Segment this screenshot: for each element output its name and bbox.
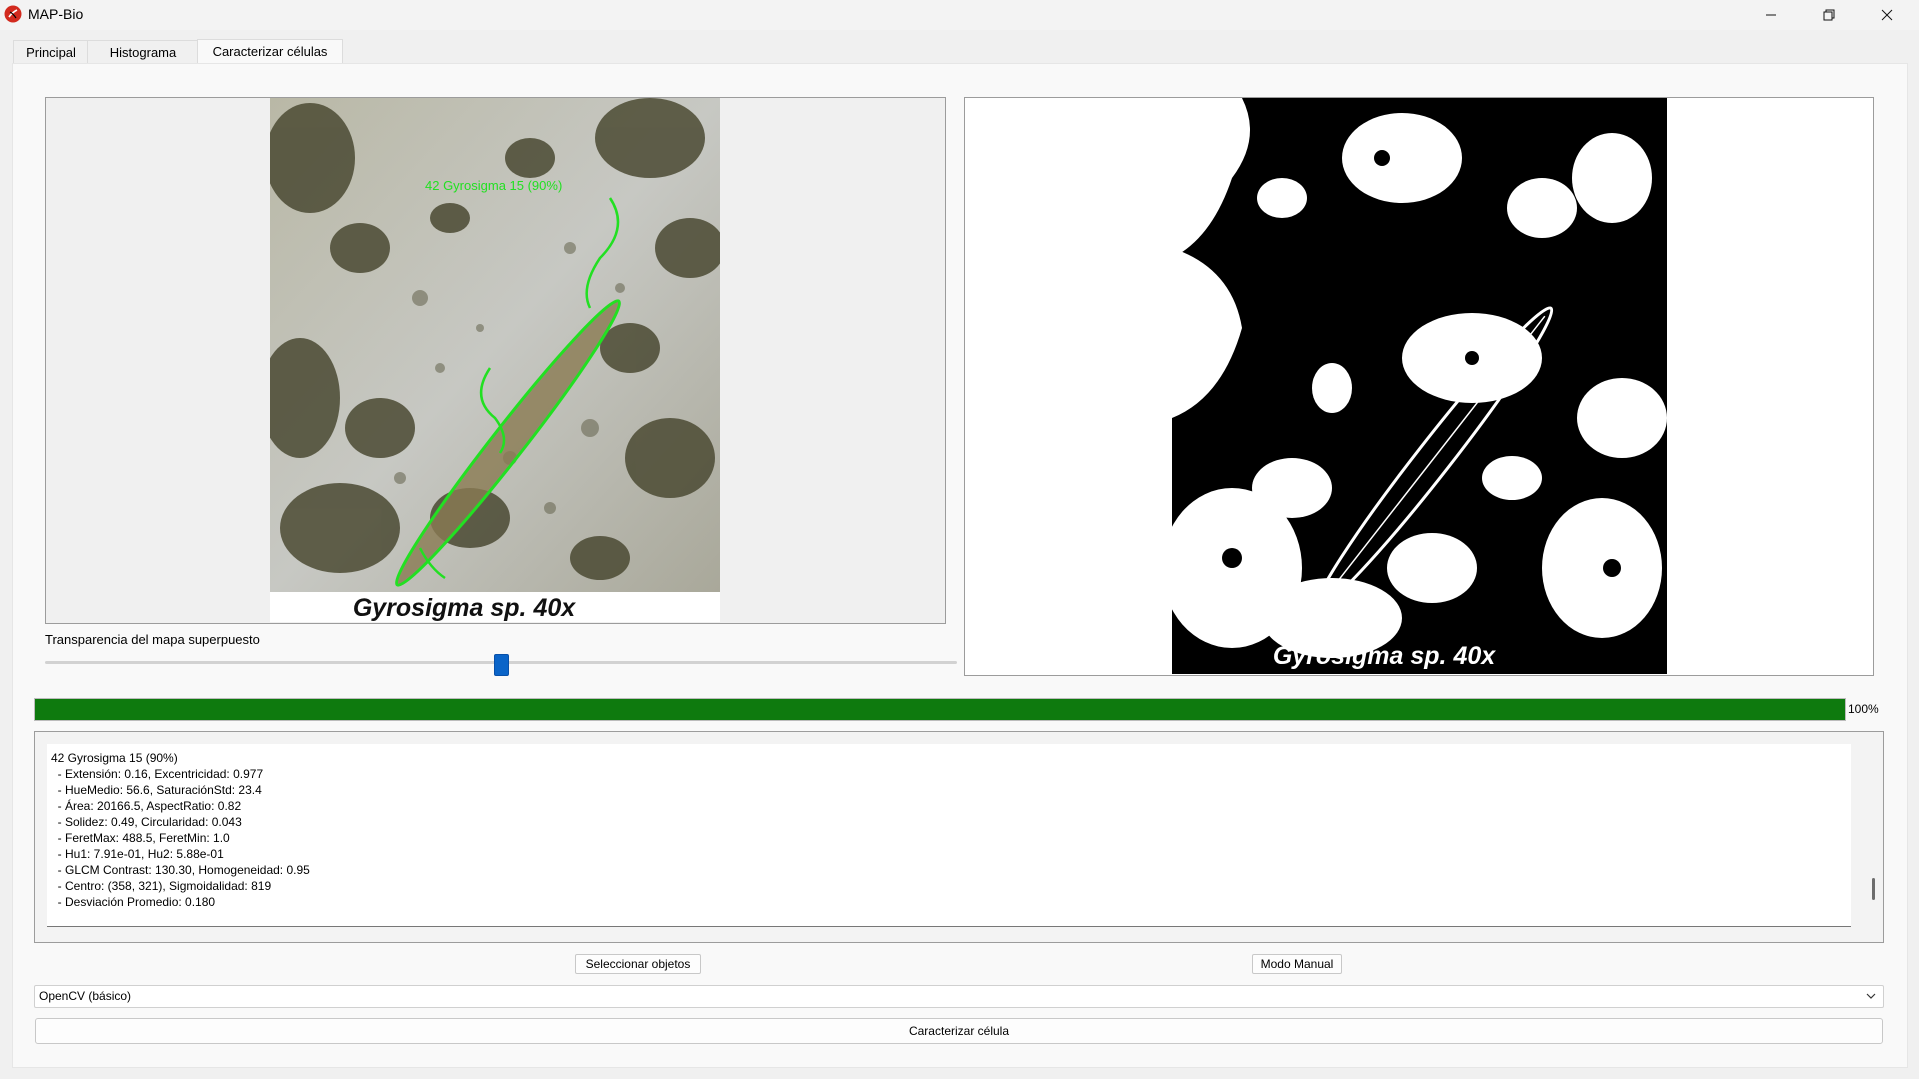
results-line: - HueMedio: 56.6, SaturaciónStd: 23.4 <box>51 783 262 797</box>
transparency-slider-handle[interactable] <box>494 654 509 676</box>
results-line: - GLCM Contrast: 130.30, Homogeneidad: 0… <box>51 863 310 877</box>
results-line: 42 Gyrosigma 15 (90%) <box>51 751 178 765</box>
binary-image-view: Gyrosigma sp. 40x <box>964 97 1874 676</box>
overlay-image-view: 42 Gyrosigma 15 (90%) Gyrosigma sp. 40x <box>45 97 946 624</box>
results-line: - Centro: (358, 321), Sigmoidalidad: 819 <box>51 879 272 893</box>
tab-histograma[interactable]: Histograma <box>87 40 199 64</box>
method-select[interactable]: OpenCV (básico) <box>34 985 1884 1008</box>
window-title: MAP-Bio <box>28 6 84 22</box>
left-image-caption: Gyrosigma sp. 40x <box>353 594 576 622</box>
manual-mode-button[interactable]: Modo Manual <box>1252 954 1342 974</box>
restore-icon <box>1823 9 1835 21</box>
results-line: - Extensión: 0.16, Excentricidad: 0.977 <box>51 767 264 781</box>
results-line: - Hu1: 7.91e-01, Hu2: 5.88e-01 <box>51 847 224 861</box>
close-icon <box>1881 9 1893 21</box>
app-logo-icon <box>4 5 22 23</box>
minimize-button[interactable] <box>1742 0 1800 30</box>
maximize-button[interactable] <box>1800 0 1858 30</box>
microscope-overlay-image: 42 Gyrosigma 15 (90%) Gyrosigma sp. 40x <box>270 98 720 622</box>
progress-bar <box>34 698 1846 721</box>
title-bar: MAP-Bio <box>0 0 1919 30</box>
overlay-transparency-label: Transparencia del mapa superpuesto <box>45 632 260 647</box>
binary-mask-image: Gyrosigma sp. 40x <box>1172 98 1667 674</box>
tab-principal[interactable]: Principal <box>13 40 89 64</box>
results-text: 42 Gyrosigma 15 (90%) - Extensión: 0.16,… <box>51 750 310 910</box>
minimize-icon <box>1766 14 1776 16</box>
results-scrollbar[interactable] <box>1872 878 1875 900</box>
characterize-cell-button[interactable]: Caracterizar célula <box>35 1018 1883 1044</box>
results-line: - FeretMax: 488.5, FeretMin: 1.0 <box>51 831 230 845</box>
overlay-detection-label: 42 Gyrosigma 15 (90%) <box>425 178 562 193</box>
results-text-area[interactable]: 42 Gyrosigma 15 (90%) - Extensión: 0.16,… <box>47 744 1875 927</box>
select-objects-button[interactable]: Seleccionar objetos <box>575 954 701 974</box>
tab-caracterizar-celulas[interactable]: Caracterizar células <box>197 39 343 65</box>
close-button[interactable] <box>1858 0 1916 30</box>
results-line: - Área: 20166.5, AspectRatio: 0.82 <box>51 799 242 813</box>
progress-text: 100% <box>1848 702 1879 716</box>
method-select-value: OpenCV (básico) <box>39 989 132 1003</box>
chevron-down-icon <box>1866 993 1876 999</box>
results-panel: 42 Gyrosigma 15 (90%) - Extensión: 0.16,… <box>34 731 1884 943</box>
results-line: - Solidez: 0.49, Circularidad: 0.043 <box>51 815 242 829</box>
right-image-caption: Gyrosigma sp. 40x <box>1273 642 1496 670</box>
results-line: - Desviación Promedio: 0.180 <box>51 895 216 909</box>
progress-fill <box>35 699 1845 720</box>
